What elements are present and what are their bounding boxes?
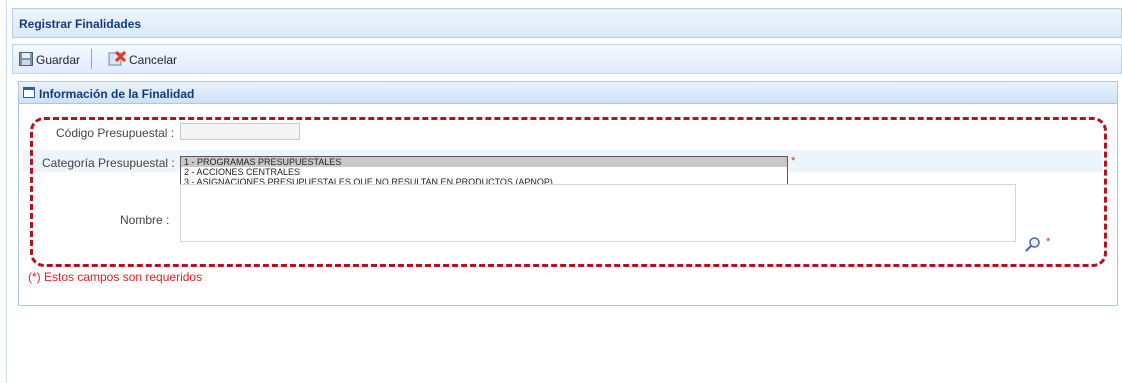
cancel-button[interactable]: Cancelar: [108, 50, 178, 70]
save-icon: [19, 51, 33, 69]
highlight-outline: [30, 117, 1107, 267]
page-header: Registrar Finalidades: [12, 8, 1122, 38]
toolbar: Guardar Cancelar: [12, 44, 1122, 74]
page-title: Registrar Finalidades: [19, 17, 142, 31]
window-icon: [23, 87, 35, 98]
cancel-icon: [108, 50, 127, 70]
save-button[interactable]: Guardar: [19, 51, 80, 69]
save-button-label: Guardar: [36, 53, 81, 67]
section-title: Información de la Finalidad: [39, 87, 195, 101]
left-border: [6, 0, 7, 383]
section-header: Información de la Finalidad: [19, 82, 1117, 104]
cancel-button-label: Cancelar: [129, 53, 178, 67]
toolbar-separator: [91, 49, 92, 69]
required-fields-note: (*) Estos campos son requeridos: [28, 270, 203, 284]
